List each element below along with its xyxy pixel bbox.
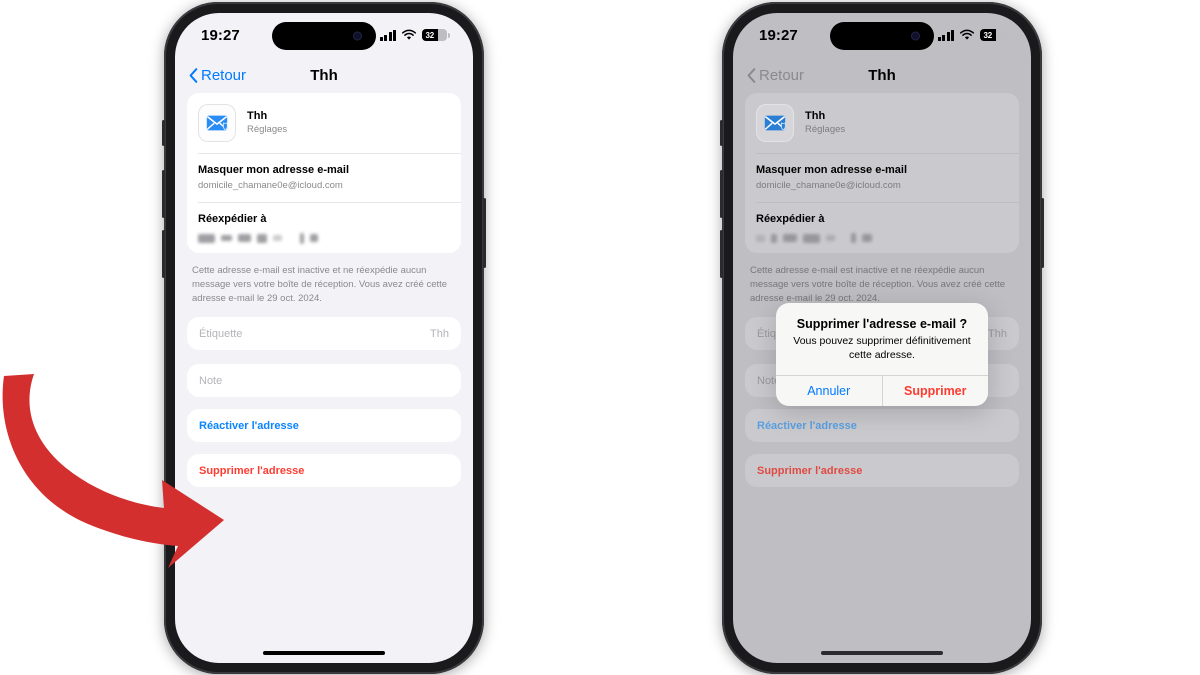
alert-message: Vous pouvez supprimer définitivement cet…	[793, 335, 971, 362]
silent-switch[interactable]	[720, 120, 723, 146]
screenshot-stage: 19:27 32 Retour Thh Thh Réglages Masquer…	[0, 0, 1200, 675]
curved-arrow-icon	[2, 374, 224, 568]
battery-percent-label: 32	[425, 30, 435, 40]
alert-body: Supprimer l'adresse e-mail ? Vous pouvez…	[776, 303, 988, 375]
back-button[interactable]: Retour	[189, 67, 246, 84]
status-footnote: Cette adresse e-mail est inactive et ne …	[192, 265, 448, 304]
cellular-signal-icon	[379, 29, 396, 41]
status-bar-time: 19:27	[201, 26, 240, 44]
note-field[interactable]: Note	[187, 364, 461, 398]
volume-up-button[interactable]	[162, 170, 165, 218]
app-header-row: Thh Réglages	[187, 93, 461, 153]
wifi-icon	[401, 29, 417, 40]
app-header-text: Thh Réglages	[247, 109, 287, 137]
forward-to-redacted-value	[198, 232, 450, 244]
front-camera-icon	[353, 31, 362, 41]
app-subtitle-label: Réglages	[247, 124, 288, 136]
dynamic-island	[272, 22, 376, 50]
forward-to-row[interactable]: Réexpédier à	[187, 203, 461, 253]
delete-address-button[interactable]: Supprimer l'adresse	[187, 454, 461, 488]
alert-overlay: Supprimer l'adresse e-mail ? Vous pouvez…	[733, 13, 1031, 663]
phone-frame-right: 19:27 32 Retour Thh Thh Réglages Masquer…	[720, 2, 1044, 674]
status-bar-indicators: 32	[379, 28, 450, 42]
label-field-value: Thh	[430, 327, 449, 340]
chevron-left-icon	[189, 67, 198, 83]
label-field[interactable]: Étiquette Thh	[187, 317, 461, 351]
navigation-bar: Retour Thh	[175, 57, 473, 93]
alert-title: Supprimer l'adresse e-mail ?	[796, 317, 968, 331]
silent-switch[interactable]	[162, 120, 165, 146]
phone-screen-right: 19:27 32 Retour Thh Thh Réglages Masquer…	[733, 13, 1031, 663]
email-details-card: Thh Réglages Masquer mon adresse e-mail …	[187, 93, 461, 254]
volume-up-button[interactable]	[720, 170, 723, 218]
alert-cancel-button[interactable]: Annuler	[776, 376, 882, 406]
power-button[interactable]	[1041, 198, 1044, 268]
hide-email-row[interactable]: Masquer mon adresse e-mail domicile_cham…	[187, 154, 461, 202]
reactivate-address-button[interactable]: Réactiver l'adresse	[187, 409, 461, 443]
status-bar: 19:27 32	[175, 13, 473, 57]
battery-icon: 32	[422, 28, 450, 42]
delete-confirmation-dialog: Supprimer l'adresse e-mail ? Vous pouvez…	[776, 303, 989, 407]
forward-to-label: Réexpédier à	[198, 213, 267, 226]
hide-email-value: domicile_chamane0e@icloud.com	[198, 179, 343, 191]
back-button-label: Retour	[201, 66, 247, 84]
volume-down-button[interactable]	[162, 230, 165, 278]
alert-actions: Annuler Supprimer	[776, 375, 989, 407]
volume-down-button[interactable]	[720, 230, 723, 278]
shielded-envelope-icon	[198, 104, 236, 142]
home-indicator[interactable]	[263, 650, 385, 655]
label-field-placeholder: Étiquette	[199, 327, 243, 340]
hide-email-label: Masquer mon adresse e-mail	[198, 164, 350, 176]
alert-confirm-delete-button[interactable]: Supprimer	[883, 376, 989, 406]
phone-frame-left: 19:27 32 Retour Thh Thh Réglages Masquer…	[162, 2, 486, 674]
power-button[interactable]	[483, 198, 486, 268]
app-name-label: Thh	[247, 110, 268, 123]
